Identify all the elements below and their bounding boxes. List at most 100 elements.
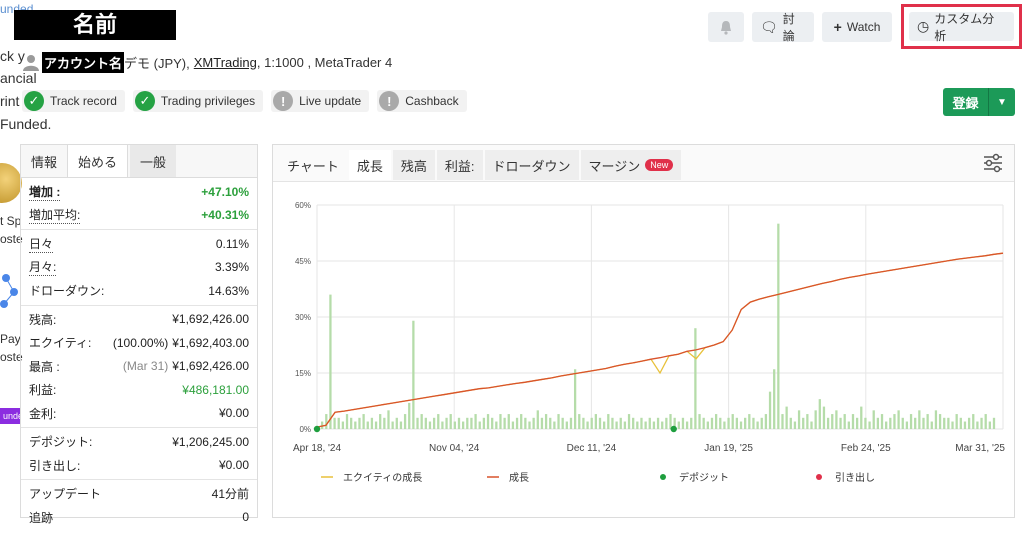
bar: [773, 369, 776, 429]
bar: [354, 421, 357, 429]
stat-balance: 残高: ¥1,692,426.00: [29, 312, 249, 327]
bar: [379, 414, 382, 429]
bar: [611, 417, 614, 429]
plus-icon: +: [833, 19, 842, 35]
y-tick-label: 60%: [295, 201, 311, 210]
discuss-button[interactable]: 🗨 討論: [752, 12, 814, 43]
x-tick-label: Apr 18, '24: [293, 443, 341, 454]
bar: [681, 417, 685, 429]
bar: [868, 421, 871, 429]
broker-link[interactable]: XMTrading: [194, 55, 257, 70]
bar: [735, 417, 739, 429]
verification-badges: ✓ Track record ✓ Trading privileges ! Li…: [22, 90, 467, 112]
account-name: アカウント名: [42, 51, 125, 73]
bar: [764, 414, 768, 429]
legend-swatch: [660, 474, 666, 480]
legend-swatch: [816, 474, 822, 480]
bar: [988, 421, 991, 429]
bar: [424, 417, 427, 429]
bar: [374, 421, 378, 429]
tab-start[interactable]: 始める: [67, 145, 129, 177]
tab-info[interactable]: 情報: [21, 145, 67, 177]
clock-icon: ◷: [917, 18, 930, 34]
bar: [627, 414, 631, 429]
bar: [851, 414, 855, 429]
tab-profit[interactable]: 利益:: [436, 150, 483, 180]
bar: [408, 402, 411, 429]
tab-general[interactable]: 一般: [130, 145, 177, 177]
clipped-network-icon: [0, 274, 18, 308]
legend-label: デポジット: [679, 471, 729, 484]
tab-growth[interactable]: 成長: [348, 150, 391, 180]
bar: [615, 421, 618, 429]
tab-balance[interactable]: 残高: [392, 150, 435, 180]
bar: [462, 421, 465, 429]
bar: [561, 417, 564, 429]
stat-highest: 最高 : (Mar 31) ¥1,692,426.00: [29, 359, 249, 374]
badge-trading-privileges[interactable]: ✓ Trading privileges: [132, 90, 264, 112]
bar: [876, 417, 880, 429]
bar: [507, 414, 510, 429]
bar: [607, 414, 610, 429]
bar: [582, 417, 585, 429]
growth-line: [316, 252, 1004, 428]
tab-chart[interactable]: チャート: [279, 150, 347, 180]
tab-margin[interactable]: マージン New: [580, 150, 682, 180]
bar: [694, 328, 697, 429]
bar: [802, 417, 805, 429]
bar: [437, 414, 440, 429]
x-tick-label: Nov 04, '24: [429, 443, 480, 454]
bar: [553, 421, 556, 429]
bar: [362, 414, 365, 429]
bar: [445, 417, 448, 429]
clipped-text: t Sp: [0, 214, 22, 228]
bar: [656, 417, 660, 429]
notification-button[interactable]: [708, 12, 744, 42]
exclamation-circle-icon: !: [273, 91, 294, 111]
bar: [482, 417, 486, 429]
bar: [337, 417, 340, 429]
bar: [723, 421, 726, 429]
register-button[interactable]: 登録 ▼: [943, 88, 1015, 116]
chart-panel: チャート 成長 残高 利益: ドローダウン マージン New 0% 15% 30% 4…: [272, 144, 1015, 518]
chevron-down-icon[interactable]: ▼: [989, 88, 1015, 116]
check-circle-icon: ✓: [24, 91, 44, 111]
bar: [520, 414, 523, 429]
bar: [573, 369, 577, 429]
bar: [652, 421, 656, 429]
bar: [760, 417, 763, 429]
bar: [499, 414, 502, 429]
badge-track-record[interactable]: ✓ Track record: [22, 90, 125, 112]
tab-drawdown[interactable]: ドローダウン: [484, 150, 579, 180]
bar: [789, 417, 792, 429]
bar: [972, 414, 975, 429]
bar: [889, 417, 892, 429]
y-tick-label: 45%: [295, 257, 311, 266]
bar: [603, 421, 606, 429]
page-title: 名前: [14, 10, 176, 40]
bar: [503, 417, 506, 429]
stat-deposits: デポジット: ¥1,206,245.00: [29, 434, 249, 450]
x-tick-label: Feb 24, '25: [841, 443, 891, 454]
bar: [466, 417, 469, 429]
bar: [744, 417, 747, 429]
bar: [432, 417, 436, 429]
bar: [536, 410, 539, 429]
watch-button[interactable]: + Watch: [822, 12, 892, 42]
badge-cashback[interactable]: ! Cashback: [377, 90, 467, 112]
clipped-text: ancial: [0, 70, 37, 86]
bar: [959, 417, 962, 429]
filter-settings-icon[interactable]: [982, 153, 1004, 173]
stats-panel: 情報 始める 一般 増加 : +47.10% 増加平均: +40.31% 日々 0.1…: [20, 144, 258, 525]
x-tick-label: Jan 19, '25: [704, 443, 753, 454]
stat-drawdown: ドローダウン: 14.63%: [29, 283, 249, 299]
bar: [632, 417, 635, 429]
custom-analysis-button[interactable]: ◷ カスタム分析: [909, 12, 1014, 43]
bar: [984, 414, 987, 429]
chart-tabs: チャート 成長 残高 利益: ドローダウン マージン New: [273, 145, 1014, 182]
bar: [648, 417, 651, 429]
badge-live-update[interactable]: ! Live update: [271, 90, 370, 112]
bar: [528, 421, 531, 429]
bar: [515, 417, 519, 429]
legend-label: 成長: [509, 472, 529, 484]
